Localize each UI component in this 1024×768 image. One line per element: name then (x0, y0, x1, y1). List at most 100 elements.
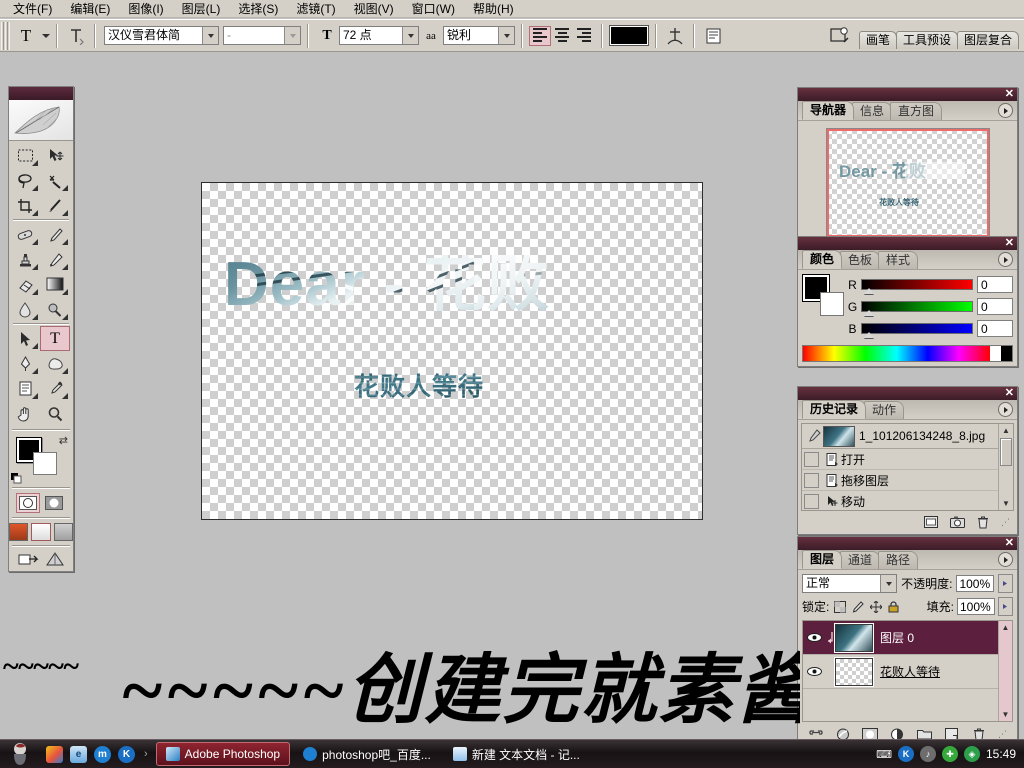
quick-launch-expand-icon[interactable]: › (144, 748, 148, 760)
toolbox-drag-handle[interactable] (9, 87, 73, 100)
tab-channels[interactable]: 通道 (840, 551, 880, 569)
history-brush-source-icon[interactable] (804, 427, 822, 445)
quick-mask-mode-icon[interactable] (42, 493, 66, 513)
lasso-tool[interactable] (10, 168, 40, 193)
align-left-button[interactable] (529, 26, 551, 46)
tab-actions[interactable]: 动作 (864, 401, 904, 419)
tab-info[interactable]: 信息 (852, 102, 892, 120)
document-canvas[interactable]: Dear - 花败 花败人等待 (201, 182, 703, 520)
scroll-down-icon[interactable]: ▼ (999, 708, 1012, 721)
blue-slider[interactable] (861, 323, 973, 334)
warp-text-icon[interactable] (663, 25, 687, 47)
full-screen-icon[interactable] (54, 523, 73, 541)
scroll-up-icon[interactable]: ▲ (999, 424, 1013, 437)
eyedropper-tool[interactable] (40, 376, 70, 401)
shield-icon[interactable]: ◈ (964, 746, 980, 762)
close-icon[interactable]: ✕ (1005, 88, 1014, 100)
marquee-tool[interactable] (10, 143, 40, 168)
font-style-chevron-down-icon[interactable] (284, 27, 300, 44)
magic-wand-tool[interactable] (40, 168, 70, 193)
panel-menu-icon[interactable] (998, 252, 1013, 267)
clone-stamp-tool[interactable] (10, 247, 40, 272)
keyboard-icon[interactable]: ⌨ (876, 748, 892, 761)
tab-color[interactable]: 颜色 (802, 250, 842, 269)
layer-thumbnail[interactable] (835, 624, 873, 652)
color-spectrum-bar[interactable] (802, 345, 1013, 362)
background-swatch[interactable] (820, 292, 844, 316)
red-slider[interactable] (861, 279, 973, 290)
text-orientation-icon[interactable] (64, 25, 88, 47)
standard-screen-icon[interactable] (9, 523, 28, 541)
hand-tool[interactable] (10, 401, 40, 426)
volume-icon[interactable]: ♪ (920, 746, 936, 762)
tab-histogram[interactable]: 直方图 (890, 102, 942, 120)
jump-to-imageready-icon[interactable] (18, 551, 40, 567)
panel-menu-icon[interactable] (998, 402, 1013, 417)
history-snapshot-checkbox[interactable] (804, 473, 819, 488)
navigator-thumbnail[interactable]: Dear - 花败 花败人等待 (826, 128, 990, 238)
pen-tool[interactable] (10, 351, 40, 376)
green-value[interactable]: 0 (977, 298, 1013, 315)
history-state-drag-layer[interactable]: 拖移图层 (802, 470, 1013, 491)
history-brush-tool[interactable] (40, 247, 70, 272)
history-source-row[interactable]: 1_101206134248_8.jpg (802, 424, 1013, 449)
update-icon[interactable]: ✚ (942, 746, 958, 762)
close-icon[interactable]: ✕ (1005, 237, 1014, 249)
font-family-chevron-down-icon[interactable] (202, 27, 218, 44)
history-state-list[interactable]: 1_101206134248_8.jpg 打开 拖移图层 (801, 423, 1014, 511)
character-palette-icon[interactable] (701, 25, 725, 47)
green-slider[interactable] (861, 301, 973, 312)
full-screen-menubar-icon[interactable] (31, 523, 50, 541)
history-title-bar[interactable]: ✕ (798, 387, 1017, 400)
layer-thumbnail[interactable] (835, 658, 873, 686)
color-fg-bg-swatches[interactable] (802, 274, 842, 314)
fill-value[interactable]: 100% (957, 598, 995, 615)
history-scrollbar[interactable]: ▲ ▼ (998, 424, 1013, 510)
move-tool[interactable] (40, 143, 70, 168)
resize-grip-icon[interactable]: ⋰ (998, 729, 1007, 740)
imageready-icon[interactable] (45, 551, 65, 567)
history-snapshot-checkbox[interactable] (804, 494, 819, 509)
crop-tool[interactable] (10, 193, 40, 218)
delete-icon[interactable] (975, 515, 991, 530)
resize-grip-icon[interactable]: ⋰ (1001, 517, 1010, 528)
dodge-tool[interactable] (40, 297, 70, 322)
navigator-title-bar[interactable]: ✕ (798, 88, 1017, 101)
well-tab-brushes[interactable]: 画笔 (859, 31, 897, 49)
zoom-tool[interactable] (40, 401, 70, 426)
menu-item-help[interactable]: 帮助(H) (464, 1, 523, 17)
blend-mode-combo[interactable]: 正常 (802, 574, 897, 593)
maxthon-icon[interactable]: m (94, 746, 111, 763)
menu-item-filter[interactable]: 滤镜(T) (287, 1, 344, 17)
taskbar-button-notepad[interactable]: 新建 文本文档 - 记... (444, 743, 589, 765)
antialias-combo[interactable]: 锐利 (443, 26, 515, 45)
blend-mode-chevron-down-icon[interactable] (880, 575, 896, 592)
standard-mode-icon[interactable] (16, 493, 40, 513)
scroll-thumb[interactable] (1000, 438, 1012, 466)
clock[interactable]: 15:49 (986, 747, 1016, 761)
tab-styles[interactable]: 样式 (878, 251, 918, 269)
new-snapshot-icon[interactable] (949, 515, 965, 530)
tab-swatches[interactable]: 色板 (840, 251, 880, 269)
swap-colors-icon[interactable]: ⇄ (59, 434, 68, 447)
scroll-up-icon[interactable]: ▲ (999, 621, 1012, 634)
slice-tool[interactable] (40, 193, 70, 218)
opacity-value[interactable]: 100% (956, 575, 994, 592)
layers-title-bar[interactable]: ✕ (798, 537, 1017, 550)
start-orb-icon[interactable] (0, 740, 40, 768)
history-snapshot-checkbox[interactable] (804, 452, 819, 467)
layers-scrollbar[interactable]: ▲ ▼ (998, 621, 1012, 721)
default-colors-icon[interactable] (11, 473, 22, 484)
color-title-bar[interactable]: ✕ (798, 237, 1017, 250)
taskbar-button-photoshop[interactable]: Adobe Photoshop (156, 742, 290, 766)
gradient-tool[interactable] (40, 272, 70, 297)
history-state-move[interactable]: 移动 (802, 491, 1013, 511)
font-size-chevron-down-icon[interactable] (402, 27, 418, 44)
menu-item-image[interactable]: 图像(I) (119, 1, 172, 17)
tab-history[interactable]: 历史记录 (802, 400, 866, 419)
taskbar-button-browser[interactable]: photoshop吧_百度... (294, 743, 440, 765)
scroll-down-icon[interactable]: ▼ (999, 497, 1013, 510)
eraser-tool[interactable] (10, 272, 40, 297)
lock-image-icon[interactable] (850, 599, 865, 614)
layer-visibility-eye-icon[interactable] (803, 655, 825, 688)
